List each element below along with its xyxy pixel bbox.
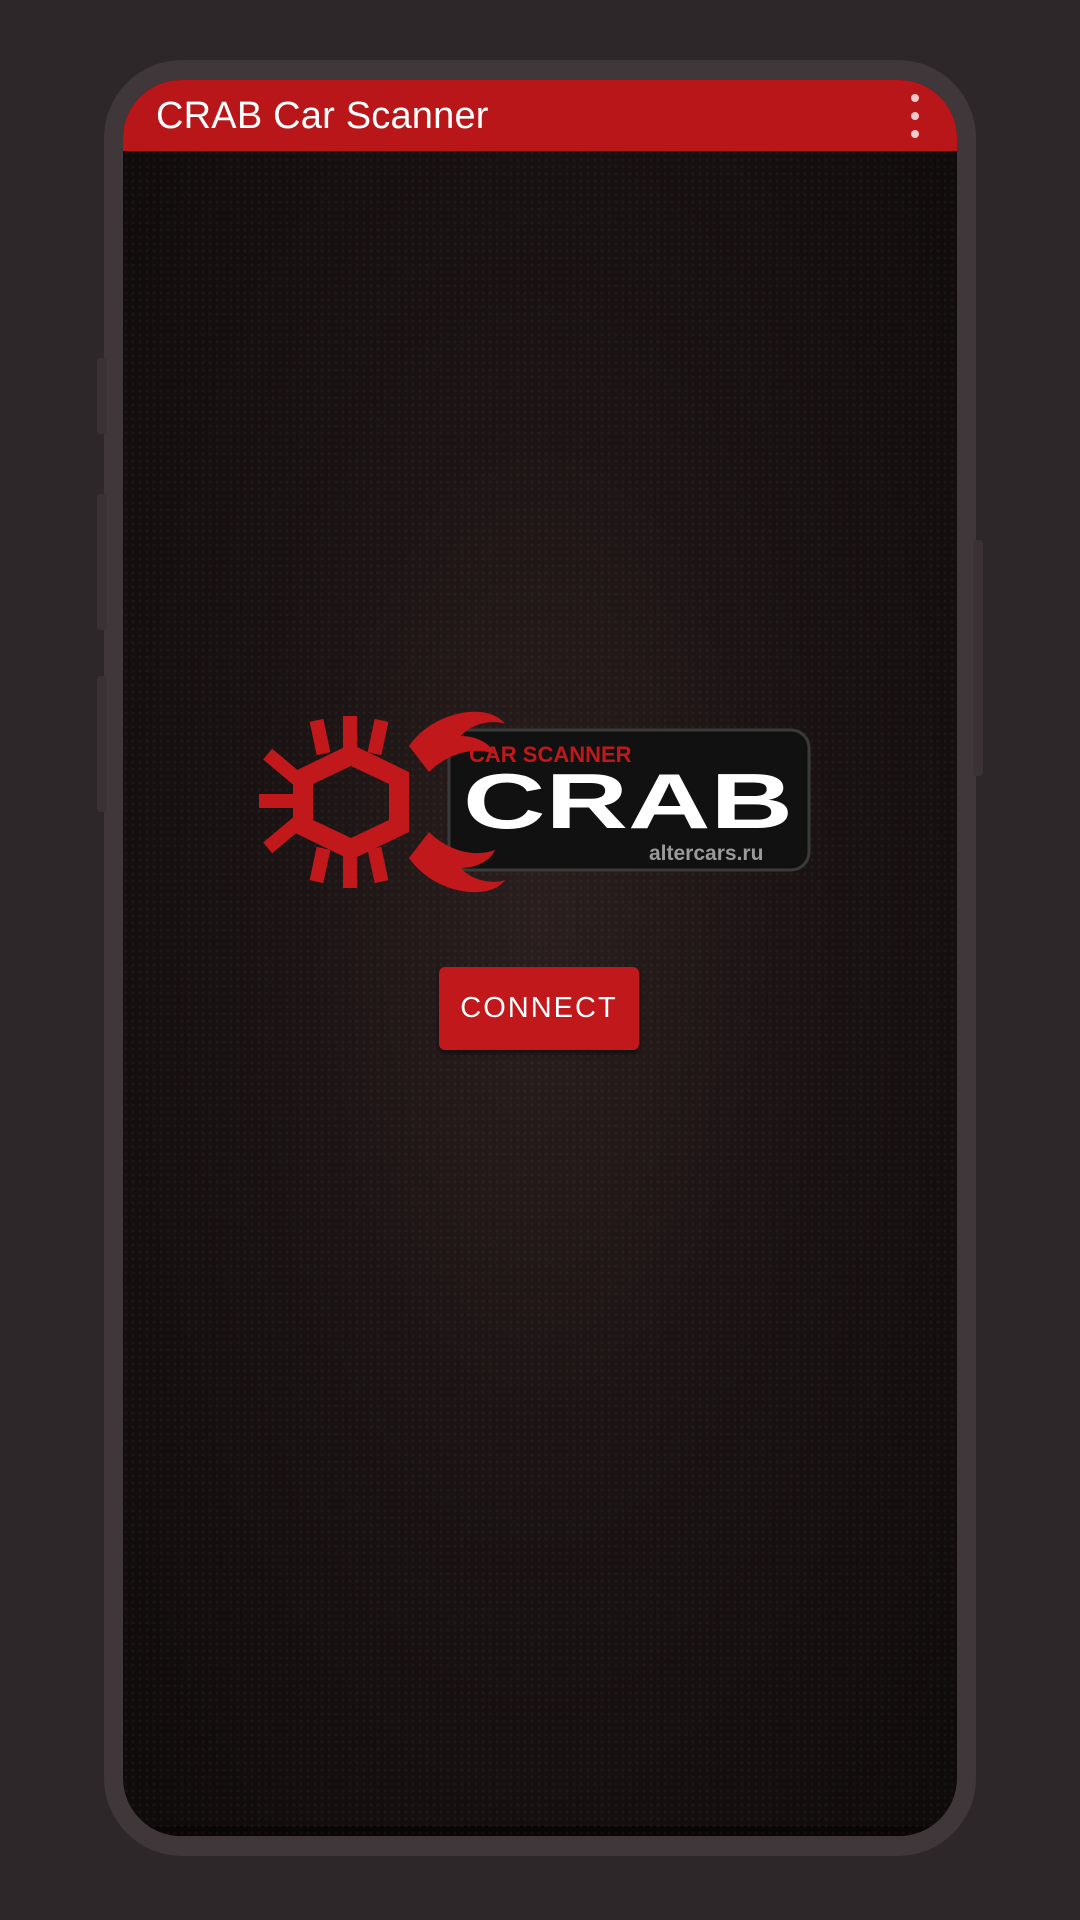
- logo-wordmark: CRAB: [463, 757, 793, 845]
- side-button-right: [973, 540, 983, 776]
- crab-car-scanner-logo: CAR SCANNER CRAB altercars.ru: [259, 711, 811, 893]
- app-bar: CRAB Car Scanner: [123, 80, 957, 151]
- overflow-dot: [911, 94, 919, 102]
- app-screen: CRAB Car Scanner CAR SCANNER CRAB alterc…: [123, 80, 957, 1836]
- screen-bottom-edge: [123, 1826, 957, 1836]
- logo-site: altercars.ru: [649, 842, 763, 865]
- connect-button[interactable]: CONNECT: [439, 967, 639, 1050]
- device-mockup: CRAB Car Scanner CAR SCANNER CRAB alterc…: [0, 0, 1080, 1920]
- side-button-left-1: [97, 358, 107, 434]
- overflow-dot: [911, 130, 919, 138]
- more-vert-icon[interactable]: [905, 94, 925, 138]
- side-button-left-2: [97, 494, 107, 630]
- overflow-dot: [911, 112, 919, 120]
- app-title: CRAB Car Scanner: [156, 95, 489, 137]
- side-button-left-3: [97, 676, 107, 812]
